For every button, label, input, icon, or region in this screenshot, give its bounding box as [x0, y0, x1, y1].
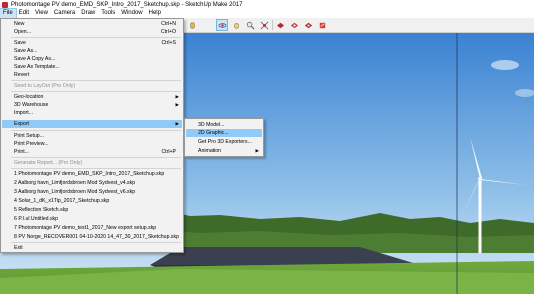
menu-item-label: Print...: [14, 149, 29, 155]
menu-item-label: 2 Aalborg havn_Limfjordsbroen Mod Sydves…: [14, 180, 136, 186]
recent-file-1[interactable]: 1 Photomontage PV demo_EMD_SKP_Intro_201…: [2, 170, 182, 178]
extension-warehouse-icon[interactable]: [303, 20, 313, 30]
menu-file[interactable]: File: [0, 8, 17, 19]
menu-item-label: 5 Reflection Sketch.skp: [14, 207, 69, 213]
menu-item-print-setup[interactable]: Print Setup...: [2, 132, 182, 140]
menu-item-label: Open...: [14, 29, 32, 35]
menu-item-label: Get Pro 3D Exporters...: [198, 139, 252, 145]
shortcut-label: Ctrl+S: [161, 40, 176, 46]
menu-item-label: 4 Solar_1_dK_x1Tip_2017_Sketchup.skp: [14, 198, 110, 204]
recent-file-3[interactable]: 3 Aalborg havn_Limfjordsbroen Mod Sydves…: [2, 188, 182, 196]
menu-item-label: Print Setup...: [14, 133, 44, 139]
export-submenu: 3D Model... 2D Graphic... Get Pro 3D Exp…: [184, 118, 264, 157]
menu-item-label: Save As...: [14, 48, 38, 54]
menu-item-label: 7 Photomontage PV demo_test1_2017_New ex…: [14, 225, 157, 231]
menu-item-save-copy-as[interactable]: Save A Copy As...: [2, 55, 182, 63]
menu-item-label: Revert: [14, 72, 30, 78]
menu-item-label: Print Preview...: [14, 141, 49, 147]
menu-item-label: 3D Warehouse: [14, 102, 49, 108]
menu-item-geo-location[interactable]: Geo-location ▶: [2, 93, 182, 101]
menu-item-label: Save As Template...: [14, 64, 60, 70]
recent-file-5[interactable]: 5 Reflection Sketch.skp: [2, 206, 182, 214]
menu-item-label: 2D Graphic...: [198, 130, 229, 136]
shortcut-label: Ctrl+P: [161, 149, 176, 155]
recent-file-2[interactable]: 2 Aalborg havn_Limfjordsbroen Mod Sydves…: [2, 179, 182, 187]
menu-item-save[interactable]: Save Ctrl+S: [2, 39, 182, 47]
submenu-arrow-icon: ▶: [175, 102, 179, 107]
zoom-extents-icon[interactable]: [259, 20, 269, 30]
menu-separator: [11, 130, 181, 131]
menu-item-send-to-layout: Send to LayOut (Pro Only): [2, 82, 182, 90]
zoom-icon[interactable]: [245, 20, 255, 30]
menu-item-label: Exit: [14, 245, 23, 251]
menu-help[interactable]: Help: [146, 9, 164, 18]
menu-separator: [11, 157, 181, 158]
menu-item-label: 1 Photomontage PV demo_EMD_SKP_Intro_201…: [14, 171, 165, 177]
menu-item-3d-warehouse[interactable]: 3D Warehouse ▶: [2, 101, 182, 109]
export-animation[interactable]: Animation ▶: [186, 147, 262, 155]
menu-item-import[interactable]: Import...: [2, 109, 182, 117]
recent-file-6[interactable]: 6 P.I.ul Untitled.skp: [2, 215, 182, 223]
share-model-icon[interactable]: [289, 20, 299, 30]
menu-item-label: Save: [14, 40, 26, 46]
hand-select-icon[interactable]: [187, 20, 197, 30]
recent-file-7[interactable]: 7 Photomontage PV demo_test1_2017_New ex…: [2, 224, 182, 232]
menu-item-print[interactable]: Print... Ctrl+P: [2, 148, 182, 156]
menu-draw[interactable]: Draw: [78, 9, 98, 18]
menu-item-label: Export: [14, 121, 29, 127]
title-bar: Photomontage PV demo_EMD_SKP_Intro_2017_…: [0, 0, 534, 9]
menu-item-label: New: [14, 21, 25, 27]
export-3d-model[interactable]: 3D Model...: [186, 121, 262, 129]
menu-separator: [11, 80, 181, 81]
menu-bar: File Edit View Camera Draw Tools Window …: [0, 8, 534, 19]
menu-separator: [11, 91, 181, 92]
shortcut-label: Ctrl+O: [160, 29, 176, 35]
menu-item-generate-report: Generate Report... (Pro Only): [2, 159, 182, 167]
menu-item-label: 3D Model...: [198, 122, 225, 128]
menu-item-label: 6 P.I.ul Untitled.skp: [14, 216, 59, 222]
recent-file-8[interactable]: 8 PV Norge_RECOVER001 04-10-2020 14_47_3…: [2, 233, 182, 241]
menu-item-new[interactable]: New Ctrl+N: [2, 20, 182, 28]
export-2d-graphic[interactable]: 2D Graphic...: [186, 129, 262, 137]
menu-item-label: Save A Copy As...: [14, 56, 56, 62]
menu-item-export[interactable]: Export ▶: [2, 120, 182, 128]
menu-tools[interactable]: Tools: [98, 9, 118, 18]
sketchup-app-icon: [2, 1, 8, 8]
shortcut-label: Ctrl+N: [161, 21, 176, 27]
get-pro-3d-exporters[interactable]: Get Pro 3D Exporters...: [186, 138, 262, 146]
window-title: Photomontage PV demo_EMD_SKP_Intro_2017_…: [11, 1, 243, 8]
toolbar-separator: [272, 20, 273, 30]
menu-item-save-as[interactable]: Save As...: [2, 47, 182, 55]
menu-item-open[interactable]: Open... Ctrl+O: [2, 28, 182, 36]
menu-window[interactable]: Window: [118, 9, 145, 18]
menu-item-label: Animation: [198, 148, 222, 154]
menu-item-save-as-template[interactable]: Save As Template...: [2, 63, 182, 71]
menu-item-revert[interactable]: Revert: [2, 71, 182, 79]
submenu-arrow-icon: ▶: [255, 148, 259, 153]
menu-view[interactable]: View: [32, 9, 51, 18]
layout-icon[interactable]: [317, 20, 327, 30]
orbit-icon[interactable]: [216, 19, 228, 31]
cloud: [491, 60, 519, 70]
submenu-arrow-icon: ▶: [175, 94, 179, 99]
menu-item-label: Generate Report... (Pro Only): [14, 160, 83, 166]
menu-item-print-preview[interactable]: Print Preview...: [2, 140, 182, 148]
menu-item-exit[interactable]: Exit: [2, 244, 182, 252]
pan-icon[interactable]: [231, 20, 241, 30]
wind-turbine-tower: [478, 178, 482, 253]
menu-separator: [11, 242, 181, 243]
recent-file-4[interactable]: 4 Solar_1_dK_x1Tip_2017_Sketchup.skp: [2, 197, 182, 205]
menu-camera[interactable]: Camera: [51, 9, 78, 18]
menu-edit[interactable]: Edit: [16, 9, 32, 18]
menu-item-label: Import...: [14, 110, 34, 116]
submenu-arrow-icon: ▶: [175, 121, 179, 126]
warehouse-icon[interactable]: [275, 20, 285, 30]
menu-separator: [11, 37, 181, 38]
menu-item-label: Geo-location: [14, 94, 44, 100]
file-menu: New Ctrl+N Open... Ctrl+O Save Ctrl+S Save …: [0, 18, 184, 253]
menu-item-label: 3 Aalborg havn_Limfjordsbroen Mod Sydves…: [14, 189, 136, 195]
menu-item-label: 8 PV Norge_RECOVER001 04-10-2020 14_47_3…: [14, 234, 179, 240]
menu-item-label: Send to LayOut (Pro Only): [14, 83, 76, 89]
menu-separator: [11, 168, 181, 169]
